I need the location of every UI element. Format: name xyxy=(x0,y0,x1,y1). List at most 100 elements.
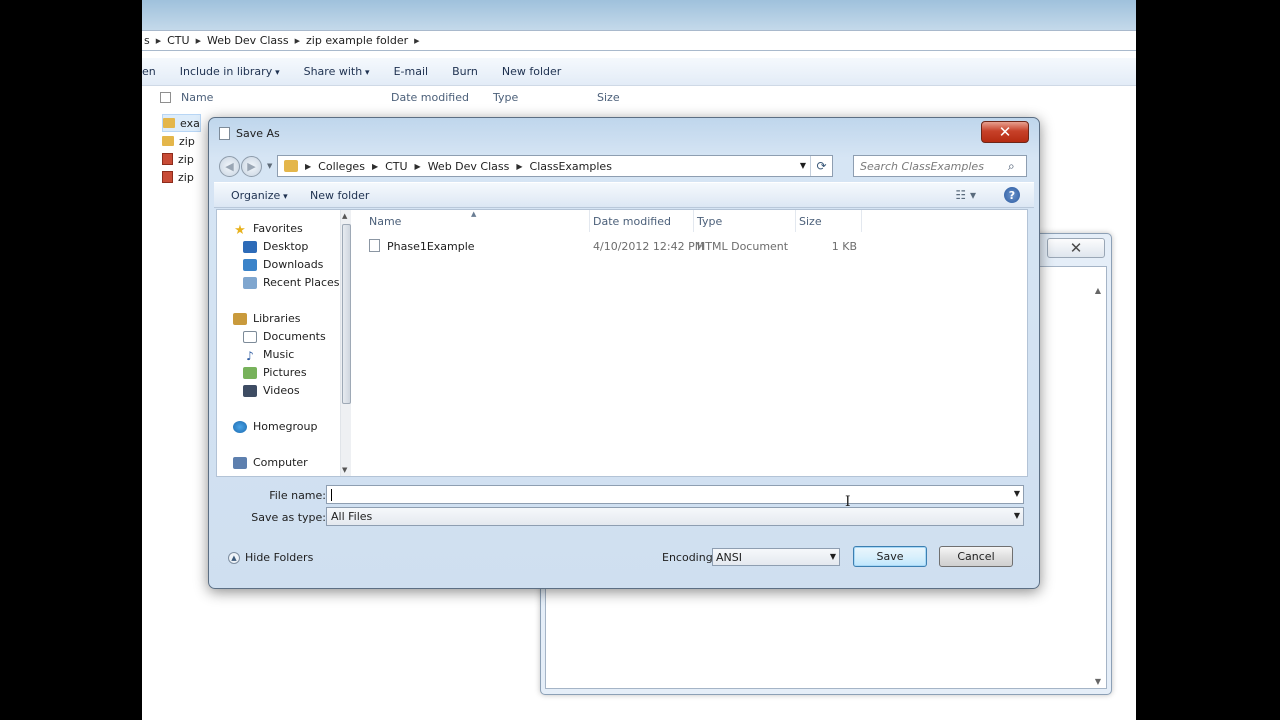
music-icon: ♪ xyxy=(246,348,254,363)
navigation-scrollbar[interactable]: ▲ ▼ xyxy=(340,210,351,476)
html-document-icon xyxy=(369,239,380,252)
list-item-label: zip xyxy=(178,152,194,166)
browser-pane: ★ Favorites Desktop Downloads Recent Plac… xyxy=(216,209,1028,477)
open-button[interactable]: en xyxy=(142,65,156,78)
back-button[interactable]: ◀ xyxy=(219,156,240,177)
cancel-button[interactable]: Cancel xyxy=(939,546,1013,567)
save-as-dialog: Save As ✕ ◀ ▶ ▼ ▶ Colleges ▶ CTU ▶ Web D… xyxy=(208,117,1040,589)
nav-label: Recent Places xyxy=(263,276,340,289)
file-row[interactable]: Phase1Example 4/10/2012 12:42 PM HTML Do… xyxy=(369,238,869,256)
scroll-down-icon[interactable]: ▼ xyxy=(342,466,347,474)
scroll-down-icon[interactable]: ▼ xyxy=(1091,677,1105,686)
nav-item-recent-places[interactable]: Recent Places xyxy=(243,276,340,289)
list-item-label: exa xyxy=(180,116,200,130)
nav-item-videos[interactable]: Videos xyxy=(243,384,300,397)
notepad-scrollbar[interactable]: ▲ ▼ xyxy=(1091,286,1105,686)
command-bar: Organize New folder ☷ ▾ ? xyxy=(214,182,1034,208)
chevron-down-icon[interactable]: ▼ xyxy=(1014,489,1020,498)
select-all-checkbox[interactable] xyxy=(160,91,171,103)
file-name-form: File name: I ▼ Save as type: All Files ▼ xyxy=(216,478,1028,528)
save-as-type-select[interactable]: All Files ▼ xyxy=(326,507,1024,526)
nav-item-documents[interactable]: Documents xyxy=(243,330,326,343)
column-name[interactable]: Name xyxy=(369,215,401,231)
column-date-modified[interactable]: Date modified xyxy=(593,215,671,231)
column-date-modified[interactable]: Date modified xyxy=(391,91,493,104)
notepad-icon xyxy=(219,127,230,140)
list-item[interactable]: exa xyxy=(162,114,201,132)
file-list-pane: ▲ Name Date modified Type Size Phase1Exa… xyxy=(353,210,1027,476)
forward-button[interactable]: ▶ xyxy=(241,156,262,177)
nav-label: Pictures xyxy=(263,366,307,379)
new-folder-button[interactable]: New folder xyxy=(502,65,561,78)
documents-icon xyxy=(243,330,257,343)
search-icon[interactable]: ⌕ xyxy=(1008,159,1022,173)
file-size: 1 KB xyxy=(831,240,857,253)
background-crumb[interactable]: zip example folder xyxy=(306,34,408,47)
nav-item-computer[interactable]: Computer xyxy=(233,456,308,469)
column-type[interactable]: Type xyxy=(697,215,722,231)
background-command-bar: en Include in library Share with E-mail … xyxy=(142,58,1136,86)
save-button[interactable]: Save xyxy=(853,546,927,567)
close-button[interactable]: ✕ xyxy=(981,121,1029,143)
dialog-footer: ▲ Hide Folders Encoding: ANSI ▼ Save Can… xyxy=(216,540,1028,576)
column-size[interactable]: Size xyxy=(597,91,620,104)
scrollbar-thumb[interactable] xyxy=(342,224,351,404)
share-with-button[interactable]: Share with xyxy=(304,65,370,78)
breadcrumb-classexamples[interactable]: ClassExamples xyxy=(530,160,612,173)
file-name-input[interactable]: I ▼ xyxy=(326,485,1024,510)
column-divider[interactable] xyxy=(589,210,590,232)
list-item[interactable]: zip xyxy=(162,132,201,150)
background-crumb[interactable]: s xyxy=(144,34,150,47)
background-crumb[interactable]: Web Dev Class xyxy=(207,34,289,47)
sort-ascending-icon: ▲ xyxy=(471,210,477,218)
breadcrumb-colleges[interactable]: Colleges xyxy=(318,160,365,173)
list-item[interactable]: zip xyxy=(162,168,201,186)
nav-item-downloads[interactable]: Downloads xyxy=(243,258,323,271)
notepad-close-button[interactable]: ✕ xyxy=(1047,238,1105,258)
column-divider[interactable] xyxy=(861,210,862,232)
column-divider[interactable] xyxy=(795,210,796,232)
list-item-label: zip xyxy=(178,170,194,184)
save-as-type-value: All Files xyxy=(331,510,373,523)
recent-pages-dropdown-icon[interactable]: ▼ xyxy=(267,162,272,170)
chevron-right-icon: ▶ xyxy=(294,36,301,45)
column-name[interactable]: Name xyxy=(181,91,391,104)
address-dropdown-icon[interactable]: ▼ xyxy=(800,161,806,170)
change-view-icon[interactable]: ☷ ▾ xyxy=(955,188,976,202)
nav-item-music[interactable]: ♪ Music xyxy=(243,348,294,363)
nav-item-desktop[interactable]: Desktop xyxy=(243,240,308,253)
burn-button[interactable]: Burn xyxy=(452,65,478,78)
background-crumb[interactable]: CTU xyxy=(167,34,189,47)
chevron-right-icon: ▶ xyxy=(516,161,523,171)
include-in-library-button[interactable]: Include in library xyxy=(180,65,280,78)
hide-folders-button[interactable]: ▲ Hide Folders xyxy=(228,551,313,564)
background-title-bar xyxy=(142,0,1136,30)
nav-item-homegroup[interactable]: Homegroup xyxy=(233,420,317,433)
organize-button[interactable]: Organize xyxy=(231,189,288,202)
new-folder-button[interactable]: New folder xyxy=(310,189,369,202)
scroll-up-icon[interactable]: ▲ xyxy=(342,212,347,220)
column-type[interactable]: Type xyxy=(493,91,597,104)
scroll-up-icon[interactable]: ▲ xyxy=(1091,286,1105,295)
breadcrumb-web-dev-class[interactable]: Web Dev Class xyxy=(428,160,510,173)
downloads-icon xyxy=(243,258,257,271)
email-button[interactable]: E-mail xyxy=(394,65,429,78)
nav-item-pictures[interactable]: Pictures xyxy=(243,366,307,379)
nav-label: Downloads xyxy=(263,258,324,271)
help-icon[interactable]: ? xyxy=(1004,187,1020,203)
list-item[interactable]: zip xyxy=(162,150,201,168)
chevron-right-icon: ▶ xyxy=(414,161,421,171)
encoding-select[interactable]: ANSI ▼ xyxy=(712,548,840,566)
background-address-bar[interactable]: s ▶ CTU ▶ Web Dev Class ▶ zip example fo… xyxy=(142,30,1136,51)
background-file-list: exa zip zip zip xyxy=(162,114,201,186)
pictures-icon xyxy=(243,366,257,379)
nav-item-favorites[interactable]: ★ Favorites xyxy=(233,222,303,238)
nav-item-libraries[interactable]: Libraries xyxy=(233,312,301,325)
column-divider[interactable] xyxy=(693,210,694,232)
refresh-icon[interactable]: ⟳ xyxy=(810,156,832,176)
breadcrumb-ctu[interactable]: CTU xyxy=(385,160,407,173)
address-bar[interactable]: ▶ Colleges ▶ CTU ▶ Web Dev Class ▶ Class… xyxy=(277,155,833,177)
chevron-down-icon[interactable]: ▼ xyxy=(1014,511,1020,520)
search-input[interactable]: Search ClassExamples ⌕ xyxy=(853,155,1027,177)
column-size[interactable]: Size xyxy=(799,215,822,231)
